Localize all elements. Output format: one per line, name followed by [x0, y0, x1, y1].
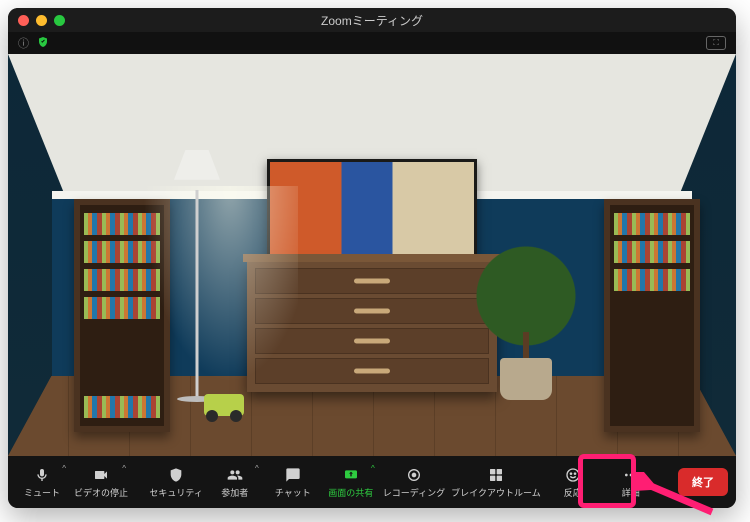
status-bar: ⓘ ⛶ — [8, 32, 736, 54]
end-label: 終了 — [692, 477, 714, 489]
record-button[interactable]: レコーディング — [383, 460, 445, 504]
end-meeting-button[interactable]: 終了 — [678, 468, 728, 496]
window-title: Zoomミーティング — [8, 12, 736, 29]
chevron-up-icon[interactable]: ^ — [255, 464, 259, 473]
more-label: 詳細 — [622, 486, 640, 499]
chevron-up-icon[interactable]: ^ — [62, 464, 66, 473]
people-icon — [226, 466, 244, 484]
meeting-controls: ^ ミュート ^ ビデオの停止 セキュリティ ^ 参加者 — [8, 456, 736, 508]
bg-toy-car — [204, 394, 244, 416]
video-view — [8, 54, 736, 456]
grid-icon — [488, 466, 504, 484]
bg-plant — [466, 230, 586, 400]
chevron-up-icon[interactable]: ^ — [122, 464, 126, 473]
share-screen-icon — [342, 466, 360, 484]
breakout-rooms-button[interactable]: ブレイクアウトルーム — [451, 460, 541, 504]
share-screen-button[interactable]: ^ 画面の共有 — [325, 460, 377, 504]
breakout-label: ブレイクアウトルーム — [451, 486, 541, 499]
chat-label: チャット — [275, 486, 311, 499]
video-camera-icon — [92, 466, 110, 484]
expand-icon: ⛶ — [713, 38, 719, 48]
record-icon — [406, 466, 422, 484]
reactions-button[interactable]: 反応 — [547, 460, 599, 504]
mute-button[interactable]: ^ ミュート — [16, 460, 68, 504]
enter-fullscreen-button[interactable]: ⛶ — [706, 36, 726, 50]
participants-button[interactable]: ^ 参加者 — [209, 460, 261, 504]
titlebar: Zoomミーティング — [8, 8, 736, 32]
record-label: レコーディング — [383, 486, 445, 499]
bg-dresser — [247, 262, 497, 392]
chevron-up-icon[interactable]: ^ — [371, 464, 375, 473]
smile-icon — [565, 466, 581, 484]
reactions-label: 反応 — [564, 486, 582, 499]
video-label: ビデオの停止 — [74, 486, 128, 499]
shield-icon — [168, 466, 184, 484]
encryption-shield-icon[interactable] — [37, 36, 49, 51]
security-label: セキュリティ — [149, 486, 202, 499]
security-button[interactable]: セキュリティ — [149, 460, 202, 504]
more-button[interactable]: 詳細 — [605, 460, 657, 504]
microphone-icon — [34, 466, 50, 484]
stop-video-button[interactable]: ^ ビデオの停止 — [74, 460, 128, 504]
more-horizontal-icon — [622, 466, 640, 484]
bg-floor-lamp — [164, 150, 230, 400]
meeting-info-icon[interactable]: ⓘ — [18, 35, 29, 51]
mute-label: ミュート — [24, 486, 60, 499]
share-label: 画面の共有 — [328, 486, 373, 499]
chat-button[interactable]: チャット — [267, 460, 319, 504]
participants-label: 参加者 — [221, 486, 248, 499]
zoom-meeting-window: Zoomミーティング ⓘ ⛶ — [8, 8, 736, 508]
bg-bookshelf-left — [74, 199, 170, 432]
chat-bubble-icon — [285, 466, 301, 484]
bg-bookshelf-right — [604, 199, 700, 432]
